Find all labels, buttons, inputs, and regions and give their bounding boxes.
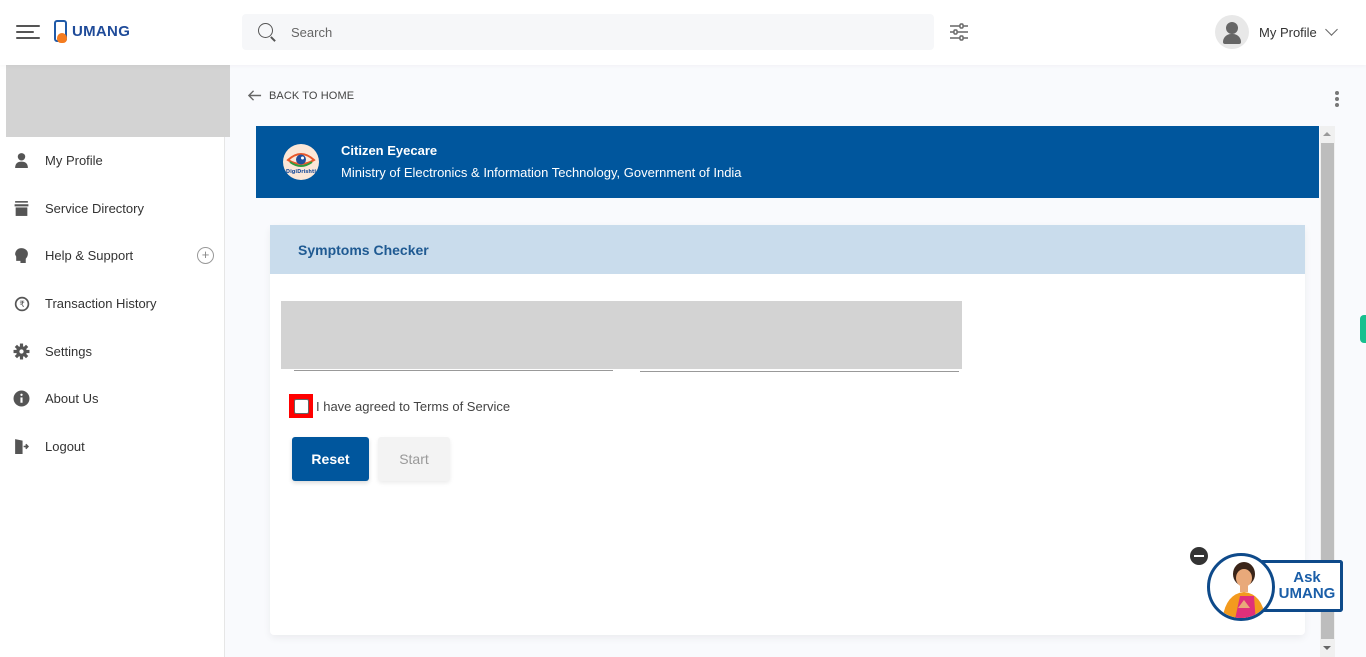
gear-icon: [13, 343, 30, 360]
input-underline: [640, 371, 959, 372]
assistant-avatar: [1207, 553, 1275, 621]
terms-label[interactable]: I have agreed to Terms of Service: [316, 399, 510, 414]
terms-of-service-row: I have agreed to Terms of Service: [289, 394, 510, 418]
scroll-up-arrow-icon[interactable]: [1320, 126, 1335, 143]
expand-plus-icon[interactable]: +: [197, 247, 214, 265]
department-subtitle: Ministry of Electronics & Information Te…: [341, 165, 742, 180]
more-options-icon[interactable]: [1335, 91, 1341, 107]
digidrishti-logo: DigiDrishti: [283, 144, 319, 180]
sidebar-item-label: Transaction History: [45, 296, 157, 312]
sidebar-item-label: Service Directory: [45, 200, 144, 216]
archive-icon: [14, 200, 29, 216]
reset-button[interactable]: Reset: [292, 437, 369, 481]
profile-label: My Profile: [1259, 24, 1317, 40]
sidebar-item-logout[interactable]: Logout: [0, 423, 225, 471]
ask-umang-widget[interactable]: Ask UMANG: [1190, 540, 1350, 622]
sidebar-item-my-profile[interactable]: My Profile: [0, 137, 225, 185]
arrow-left-icon: [247, 90, 262, 101]
user-banner-redacted: [6, 57, 230, 137]
sidebar-item-help-support[interactable]: Help & Support +: [0, 232, 225, 280]
logout-icon: [15, 438, 30, 454]
app-name: UMANG: [72, 22, 131, 40]
info-icon: [13, 390, 30, 407]
scroll-down-arrow-icon[interactable]: [1320, 640, 1335, 657]
ask-umang-text: Ask UMANG: [1275, 570, 1339, 602]
ask-umang-line1: Ask: [1293, 569, 1321, 586]
svg-text:₹: ₹: [19, 300, 24, 310]
feedback-side-tab[interactable]: [1360, 315, 1366, 343]
symptoms-checker-card: Symptoms Checker I have agreed to Terms …: [270, 225, 1305, 635]
user-icon: [15, 153, 28, 169]
search-icon: [257, 22, 277, 42]
card-title: Symptoms Checker: [298, 242, 429, 258]
top-header: UMANG My Profile: [0, 0, 1366, 65]
card-header: Symptoms Checker: [270, 225, 1305, 274]
sidebar-item-settings[interactable]: Settings: [0, 327, 225, 375]
umang-logo-icon: [54, 20, 67, 43]
input-underline: [294, 370, 613, 371]
terms-checkbox[interactable]: [293, 398, 309, 414]
sidebar: My Profile Service Directory Help & Supp…: [0, 57, 230, 657]
sidebar-item-about-us[interactable]: About Us: [0, 375, 225, 423]
search-bar[interactable]: [242, 14, 934, 50]
sidebar-item-label: Logout: [45, 438, 85, 454]
back-to-home-label: BACK TO HOME: [269, 89, 355, 102]
sidebar-item-label: About Us: [45, 391, 99, 407]
logo-text: DigiDrishti: [286, 169, 316, 175]
chevron-down-icon: [1324, 23, 1338, 36]
profile-menu[interactable]: My Profile: [1215, 15, 1338, 49]
department-title: Citizen Eyecare: [341, 143, 438, 158]
search-input[interactable]: [291, 24, 891, 40]
sidebar-item-label: Settings: [45, 343, 92, 359]
support-icon: [15, 248, 28, 264]
hamburger-menu-icon[interactable]: [16, 25, 40, 41]
service-content: DigiDrishti Citizen Eyecare Ministry of …: [256, 126, 1319, 657]
sidebar-item-label: Help & Support: [45, 248, 134, 264]
umang-logo[interactable]: UMANG: [54, 20, 131, 43]
terms-checkbox-highlight[interactable]: [289, 394, 313, 418]
eye-logo-icon: DigiDrishti: [286, 153, 316, 175]
form-fields-redacted: [281, 301, 962, 369]
rupee-history-icon: ₹: [14, 296, 30, 312]
back-to-home-link[interactable]: BACK TO HOME: [247, 88, 354, 103]
department-header: DigiDrishti Citizen Eyecare Ministry of …: [256, 126, 1319, 198]
sidebar-item-label: My Profile: [45, 153, 103, 169]
start-button[interactable]: Start: [378, 437, 450, 481]
avatar-icon: [1215, 15, 1249, 49]
sidebar-item-transaction-history[interactable]: ₹ Transaction History: [0, 280, 225, 328]
sidebar-nav: My Profile Service Directory Help & Supp…: [0, 137, 225, 470]
close-assistant-icon[interactable]: [1190, 547, 1208, 565]
sidebar-item-service-directory[interactable]: Service Directory: [0, 185, 225, 233]
ask-umang-line2: UMANG: [1278, 585, 1336, 602]
filter-sliders-icon[interactable]: [949, 22, 969, 42]
